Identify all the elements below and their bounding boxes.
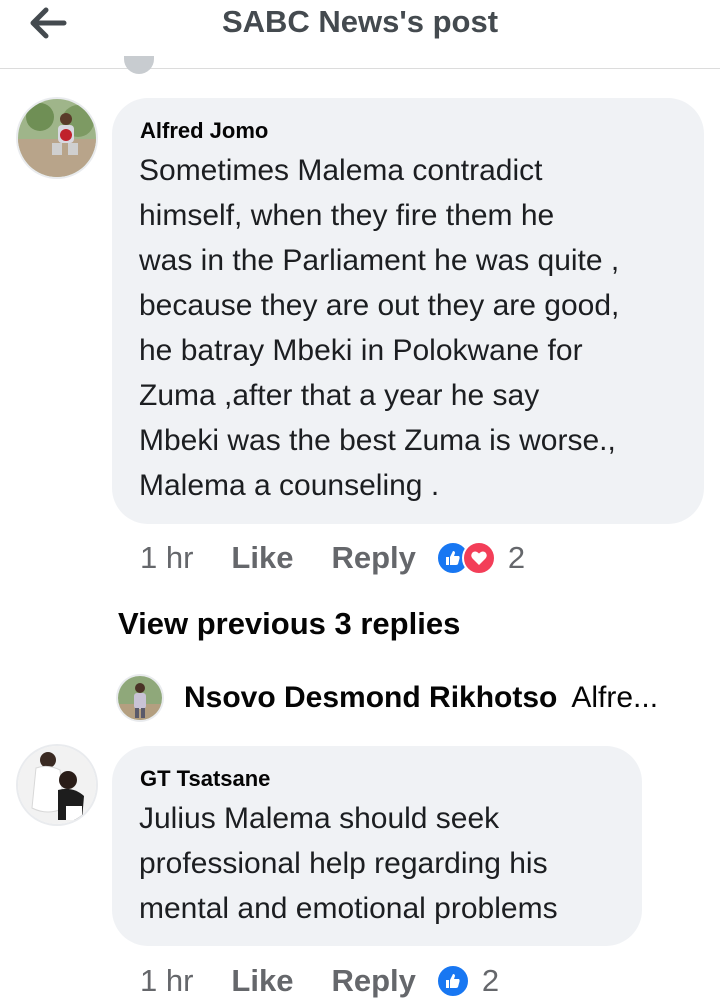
reactions-summary[interactable]: 2 xyxy=(435,540,526,576)
view-previous-replies-link[interactable]: View previous 3 replies xyxy=(118,606,460,642)
comment-author[interactable]: Alfred Jomo xyxy=(140,118,268,144)
comment-text: Sometimes Malema contradict himself, whe… xyxy=(139,154,620,502)
comment-author[interactable]: GT Tsatsane xyxy=(140,766,270,792)
reaction-count: 2 xyxy=(481,963,500,998)
post-header: SABC News's post xyxy=(0,0,720,69)
heart-icon xyxy=(461,541,496,575)
avatar[interactable] xyxy=(118,676,162,720)
page-title: SABC News's post xyxy=(221,4,499,39)
reaction-count: 2 xyxy=(507,540,526,575)
reply-button[interactable]: Reply xyxy=(331,963,415,999)
avatar[interactable] xyxy=(18,746,96,824)
comment-bubble[interactable]: Alfred Jomo Sometimes Malema contradict … xyxy=(112,98,704,524)
reply-author[interactable]: Nsovo Desmond Rikhotso xyxy=(184,681,557,715)
like-button[interactable]: Like xyxy=(231,540,293,576)
reply-button[interactable]: Reply xyxy=(331,540,415,576)
like-button[interactable]: Like xyxy=(231,963,293,999)
thumbs-up-icon xyxy=(435,964,470,998)
comment-text: Julius Malema should seek professional h… xyxy=(139,802,558,925)
comment-time[interactable]: 1 hr xyxy=(140,963,193,999)
reply-preview[interactable]: Nsovo Desmond Rikhotso Alfre... xyxy=(118,674,658,722)
comment-actions: 1 hr Like Reply 2 xyxy=(140,538,525,578)
avatar xyxy=(124,56,154,74)
comment-actions: 1 hr Like Reply 2 xyxy=(140,961,499,1001)
comment-time[interactable]: 1 hr xyxy=(140,540,193,576)
comment-bubble[interactable]: GT Tsatsane Julius Malema should seek pr… xyxy=(112,746,642,946)
reply-snippet: Alfre... xyxy=(571,681,659,714)
reactions-summary[interactable]: 2 xyxy=(435,963,500,999)
avatar[interactable] xyxy=(18,99,96,177)
